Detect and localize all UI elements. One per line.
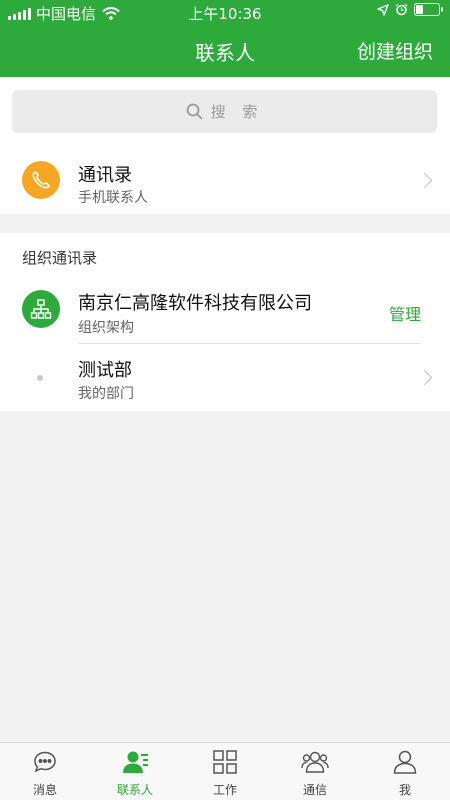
search-input[interactable]: 搜 索 — [12, 90, 437, 133]
phone-icon — [22, 161, 60, 199]
tab-work[interactable]: 工作 — [180, 743, 270, 800]
chat-icon — [34, 751, 56, 773]
phone-contacts-title: 通讯录 — [78, 165, 132, 186]
tab-label: 消息 — [32, 783, 57, 797]
org-subtitle: 组织架构 — [78, 320, 134, 336]
section-label: 组织通讯录 — [22, 249, 98, 267]
location-icon — [377, 3, 389, 16]
tab-label: 通信 — [302, 783, 327, 797]
tab-me[interactable]: 我 — [360, 743, 450, 800]
person-icon — [393, 750, 417, 774]
search-icon — [186, 103, 203, 120]
alarm-icon — [395, 3, 408, 16]
chevron-right-icon — [416, 172, 433, 189]
phone-contacts-row[interactable]: 通讯录 手机联系人 — [0, 147, 450, 214]
dept-row[interactable]: 测试部 我的部门 — [0, 344, 450, 411]
search-placeholder: 搜 索 — [210, 103, 264, 121]
battery-icon — [414, 3, 443, 16]
contacts-icon — [123, 751, 148, 773]
tab-label: 我 — [398, 783, 411, 797]
org-chart-icon — [22, 290, 60, 328]
dot-icon — [37, 375, 43, 381]
dept-subtitle: 我的部门 — [78, 386, 134, 402]
org-row[interactable]: 南京仁高隆软件科技有限公司 组织架构 管理 — [0, 276, 450, 343]
create-org-button[interactable]: 创建组织 — [357, 37, 433, 64]
chevron-right-icon — [416, 369, 433, 386]
dept-name: 测试部 — [78, 360, 132, 381]
tab-label: 联系人 — [116, 783, 153, 797]
tab-contacts[interactable]: 联系人 — [90, 743, 180, 800]
status-bar: 中国电信 上午10:36 — [0, 0, 450, 24]
tab-messages[interactable]: 消息 — [0, 743, 90, 800]
tab-bar: 消息 联系人 工作 通信 我 — [0, 742, 450, 800]
manage-button[interactable]: 管理 — [389, 301, 421, 325]
grid-icon — [213, 750, 237, 774]
search-bar-container: 搜 索 — [0, 77, 450, 147]
phone-contacts-subtitle: 手机联系人 — [78, 190, 148, 206]
tab-label: 工作 — [212, 783, 237, 797]
org-name: 南京仁高隆软件科技有限公司 — [78, 293, 312, 314]
group-icon — [301, 751, 329, 773]
header: 中国电信 上午10:36 联系人 创建组织 — [0, 0, 450, 77]
tab-communication[interactable]: 通信 — [270, 743, 360, 800]
